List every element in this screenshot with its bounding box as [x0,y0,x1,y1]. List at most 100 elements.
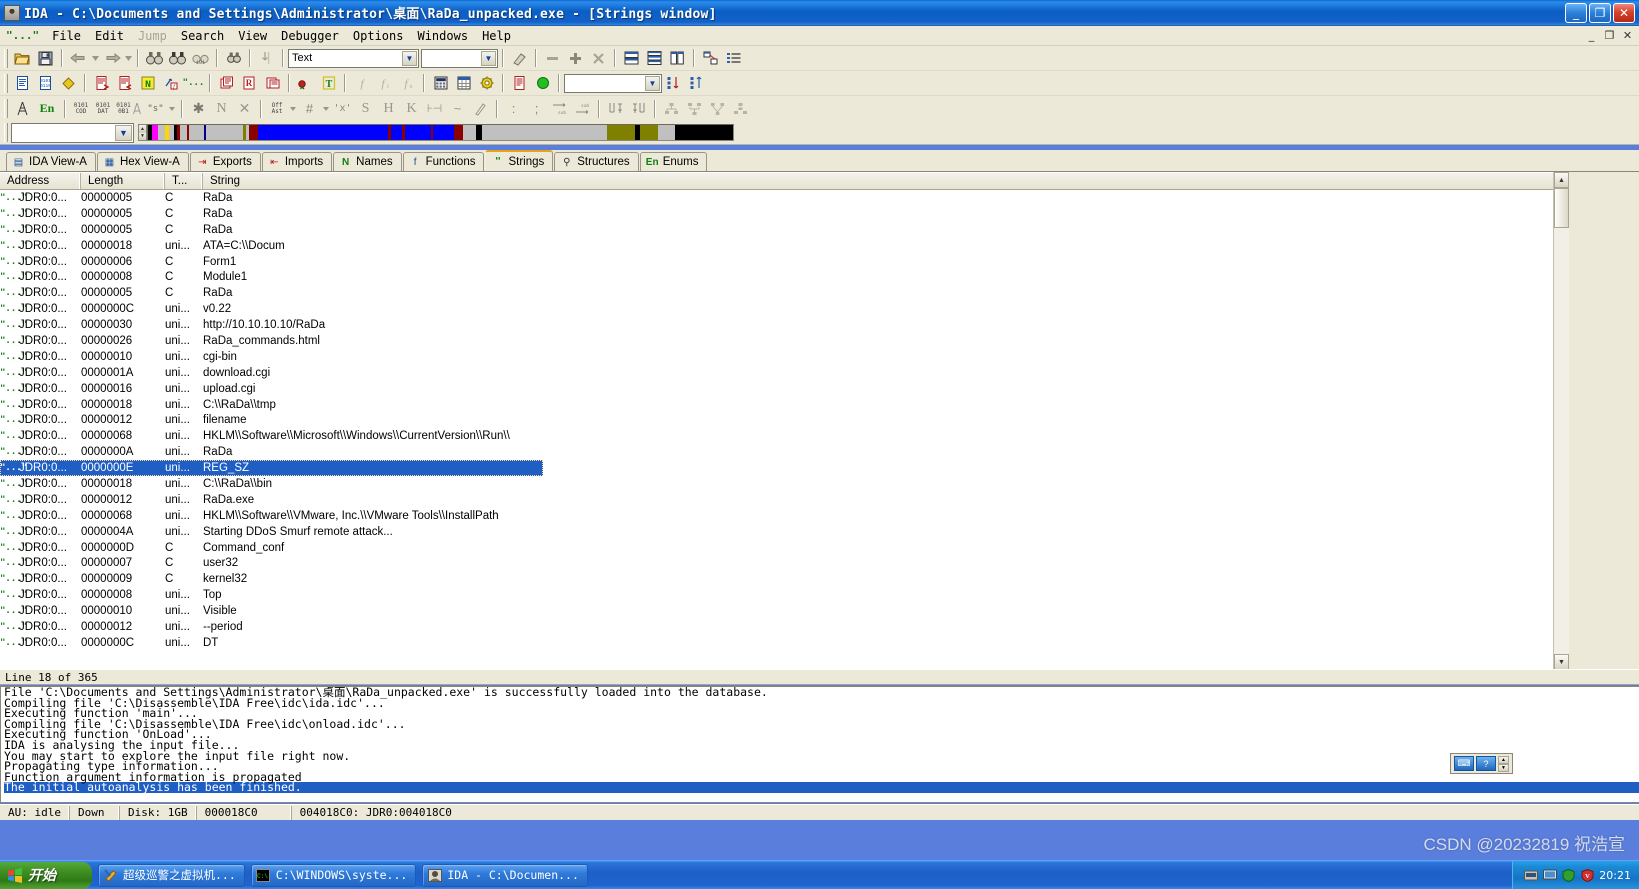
open-names-icon[interactable]: N [136,72,159,94]
menu-item-edit[interactable]: Edit [88,28,131,44]
ascii-table-icon[interactable] [452,72,475,94]
table-row[interactable]: "..." JDR0:0... 00000010 uni... Visible [0,603,1553,619]
table-row[interactable]: "..." JDR0:0... 00000018 uni... C:\\RaDa\\tm… [0,397,1553,413]
table-row[interactable]: "..." JDR0:0... 00000012 uni... filename [0,412,1553,428]
scrollbar-track[interactable] [1554,228,1569,654]
close-button[interactable]: ✕ [1613,2,1635,23]
segment-registers-icon[interactable]: R [238,72,261,94]
table-row[interactable]: "..." JDR0:0... 00000010 uni... cgi-bin [0,349,1553,365]
antivirus-icon[interactable]: V [1580,868,1595,882]
xref-from-icon[interactable]: sub [571,98,594,120]
tab-names[interactable]: N Names [333,152,402,171]
table-row[interactable]: "..." JDR0:0... 00000009 Ckernel32 [0,571,1553,587]
comment-pen-icon[interactable] [469,98,492,120]
table-row[interactable]: "..." JDR0:0... 0000000A uni... RaDa [0,444,1553,460]
table-row[interactable]: "..." JDR0:0... 0000001A uni... download.cgi [0,365,1553,381]
taskbar-button-2[interactable]: IDA - C:\Documen... [422,863,588,887]
table-row[interactable]: "..." JDR0:0... 00000005 C RaDa [0,285,1553,301]
table-row[interactable]: "..." JDR0:0... 00000018 uni... C:\\RaDa\\bi… [0,476,1553,492]
menu-item-file[interactable]: File [45,28,88,44]
output-window[interactable]: File 'C:\Documents and Settings\Administ… [0,686,1639,803]
undefine-icon[interactable]: ✕ [233,98,256,120]
open-disasm-icon[interactable] [11,72,34,94]
table-row[interactable]: "..." JDR0:0... 00000030 uni... http://10.10… [0,317,1553,333]
status-green-icon[interactable] [531,72,554,94]
open-functions-icon[interactable]: f [159,72,182,94]
table-row[interactable]: "..." JDR0:0... 0000000D C Command_conf [0,540,1553,556]
table-row[interactable]: "..." JDR0:0... 00000012 uni... RaDa.exe [0,492,1553,508]
column-header-t[interactable]: T... [165,173,203,189]
calculator-icon[interactable] [429,72,452,94]
table-row[interactable]: "..." JDR0:0... 00000008 C Module1 [0,269,1553,285]
keyboard-icon[interactable]: ⌨ [1454,756,1474,771]
make-string-dropdown-icon[interactable] [167,98,177,120]
table-row[interactable]: "..." JDR0:0... 0000000C uni... DT [0,635,1553,651]
offset-icon[interactable]: Off Ast [266,98,288,120]
hierarchy-2-icon[interactable] [683,98,706,120]
signed-icon[interactable]: S [354,98,377,120]
search-binoculars-icon[interactable] [143,47,166,69]
table-row[interactable]: "..." JDR0:0... 00000005 C RaDa [0,190,1553,206]
float-panel-spinner[interactable]: ▲ ▼ [1498,756,1509,772]
display-icon[interactable] [1542,868,1557,882]
chevron-down-icon[interactable]: ▼ [115,124,132,141]
column-header-length[interactable]: Length [81,173,165,189]
tab-ida-view-a[interactable]: ▤ IDA View-A [6,152,96,171]
table-row[interactable]: "..." JDR0:0... 00000016 uni... upload.cgi [0,381,1553,397]
antenna-icon[interactable] [11,98,34,120]
jump-down-icon[interactable] [255,47,278,69]
chevron-down-icon[interactable]: ▼ [402,50,417,66]
zoom-out-icon[interactable]: ▼ [139,132,146,140]
tab-enums[interactable]: En Enums [639,152,708,171]
bitwise-negate-icon[interactable]: ~ [446,98,469,120]
jump-address-combo[interactable]: ▼ [564,73,662,93]
chevron-down-icon[interactable]: ▼ [645,75,660,91]
table-row[interactable]: "..." JDR0:0... 0000000E uni... REG_SZ [0,460,543,477]
search-type-combo[interactable]: Text ▼ [288,48,419,68]
forward-dropdown-icon[interactable] [123,47,133,69]
minimize-button[interactable]: _ [1565,2,1587,23]
tab-hex-view-a[interactable]: ▦ Hex View-A [96,152,189,171]
maximize-button[interactable]: ❐ [1589,2,1611,23]
tab-imports[interactable]: ⇤ Imports [261,152,333,171]
mdi-minimize-button[interactable]: _ [1583,28,1600,43]
tile-horizontal-icon[interactable] [620,47,643,69]
open-exports-icon[interactable] [90,72,113,94]
function-sub2-icon[interactable]: fx [396,72,419,94]
table-row[interactable]: "..." JDR0:0... 00000068 uni... HKLM\\Softwa… [0,428,1553,444]
sort-asc-icon[interactable] [662,72,685,94]
zoom-in-icon[interactable]: ▲ [139,125,146,133]
column-header-string[interactable]: String [203,173,1583,189]
search-next-icon[interactable] [166,47,189,69]
eraser-icon[interactable] [508,47,531,69]
search-text-combo[interactable]: ▼ [421,48,498,68]
sort-desc-icon[interactable] [685,72,708,94]
navigator-overview-bar[interactable] [147,124,734,141]
search-hex-icon[interactable]: 101 [189,47,212,69]
hex-dropdown-icon[interactable] [321,98,331,120]
toolbar-grip[interactable] [4,99,8,118]
shield-icon[interactable] [1561,868,1576,882]
table-row[interactable]: "..." JDR0:0... 00000018 uni... ATA=C:\\Docu… [0,238,1553,254]
add-icon[interactable] [564,47,587,69]
delete-icon[interactable] [587,47,610,69]
make-array-icon[interactable]: ✱ [187,98,210,120]
segments-icon[interactable] [215,72,238,94]
jump-to-xref-icon[interactable] [627,98,650,120]
char-literal-icon[interactable]: 'x' [331,98,354,120]
unsigned-icon[interactable]: H [377,98,400,120]
hex-number-icon[interactable]: # [298,98,321,120]
table-row[interactable]: "..." JDR0:0... 00000005 C RaDa [0,206,1553,222]
table-row[interactable]: "..." JDR0:0... 00000006 C Form1 [0,254,1553,270]
start-button[interactable]: 开始 [0,861,92,889]
spinner-up-icon[interactable]: ▲ [1498,756,1509,764]
table-row[interactable]: "..." JDR0:0... 00000012 uni... --period [0,619,1553,635]
type-libraries-icon[interactable]: T [317,72,340,94]
language-en-label[interactable]: En [34,98,60,120]
mdi-restore-button[interactable]: ❐ [1601,28,1618,43]
make-data-icon[interactable]: 0101 DAT [92,98,114,120]
function-sub-icon[interactable]: fi [373,72,396,94]
make-name-icon[interactable]: N [210,98,233,120]
open-imports-icon[interactable] [113,72,136,94]
table-row[interactable]: "..." JDR0:0... 00000026 uni... RaDa_command… [0,333,1553,349]
